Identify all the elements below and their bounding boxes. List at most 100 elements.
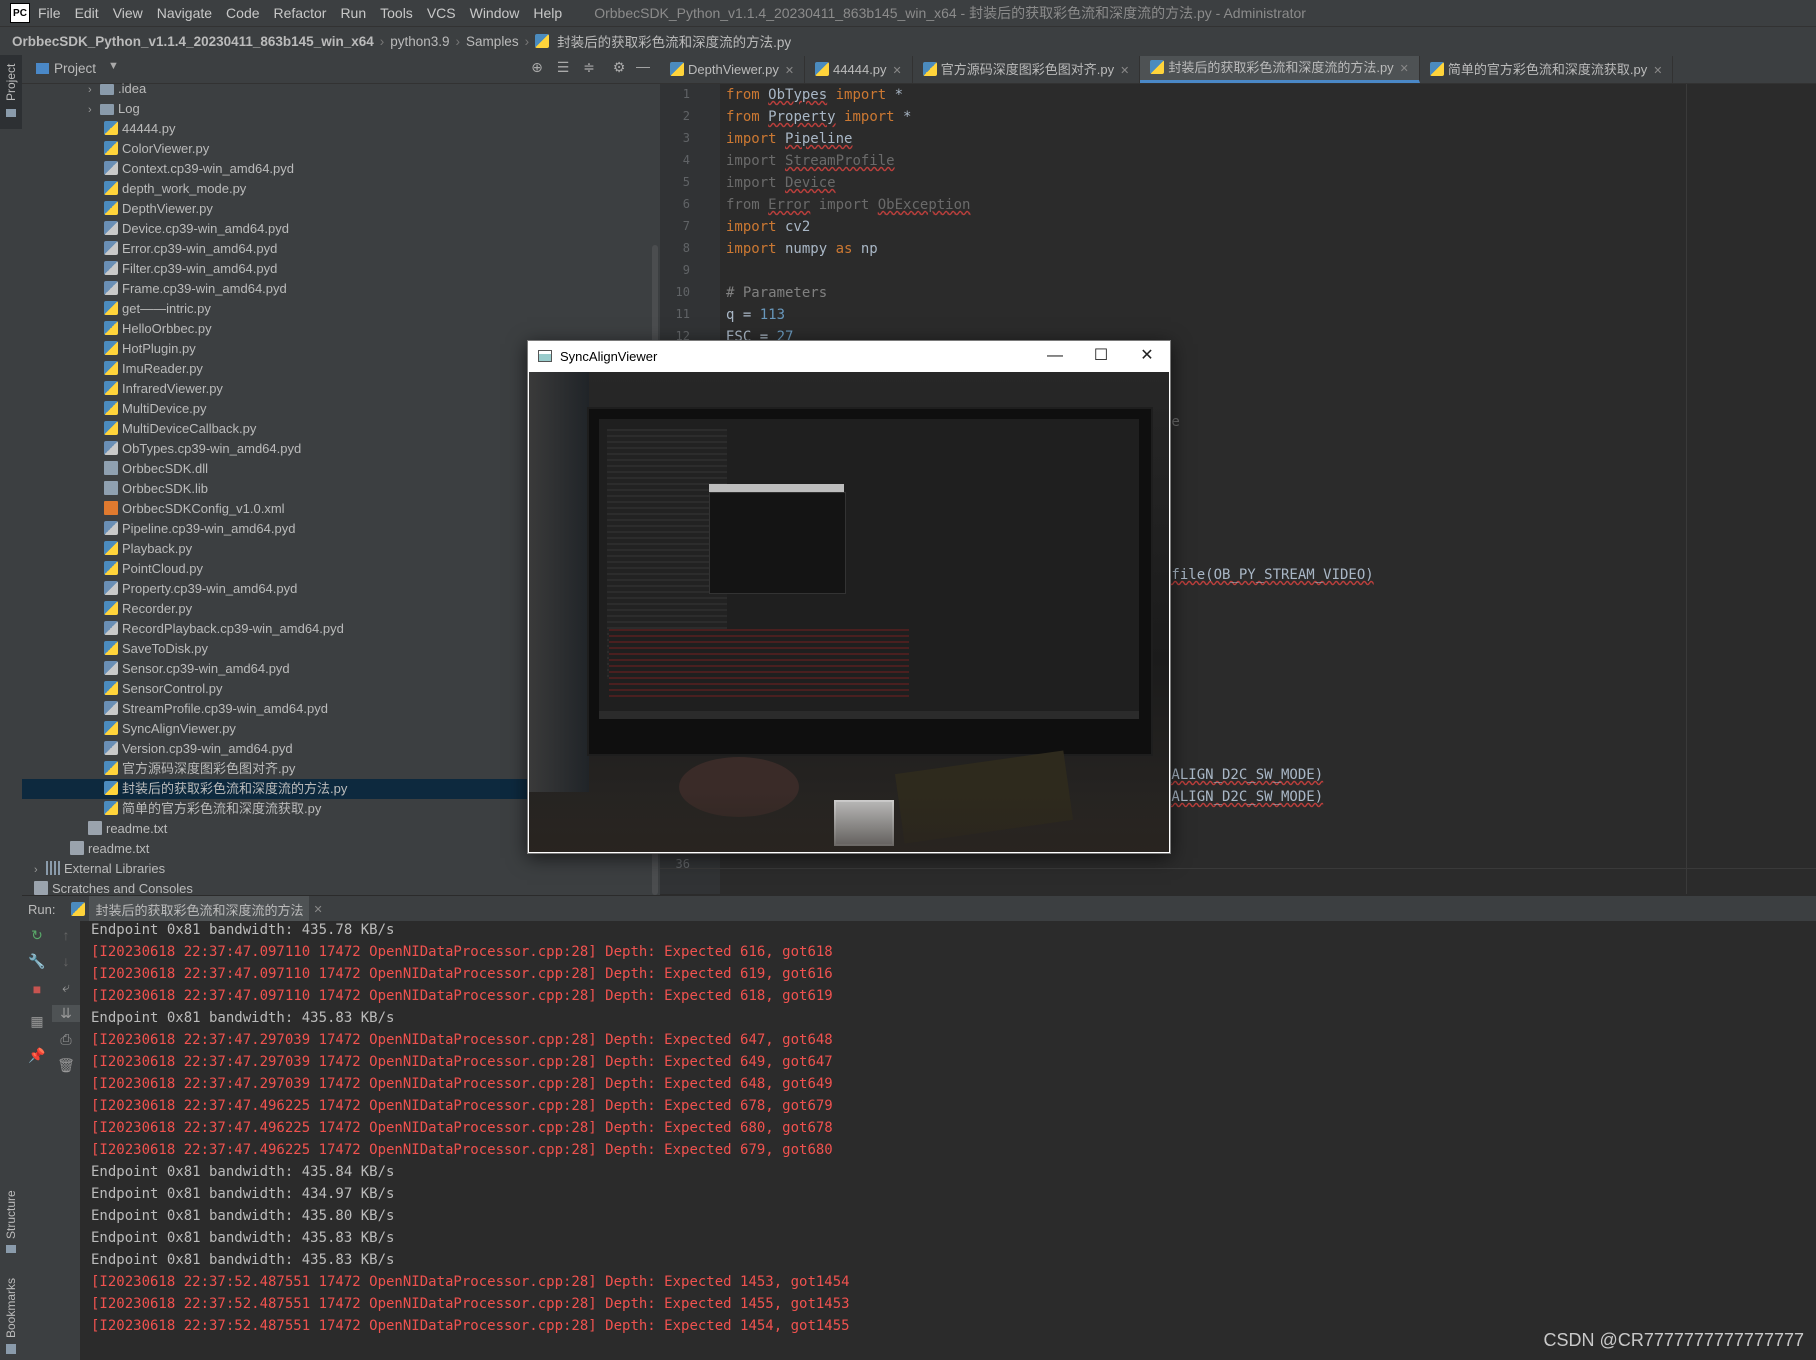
tree-item[interactable]: Error.cp39-win_amd64.pyd (22, 239, 277, 259)
close-icon[interactable]: ✕ (1400, 63, 1409, 75)
chevron-right-icon[interactable]: › (88, 83, 100, 100)
tree-item[interactable]: Filter.cp39-win_amd64.pyd (22, 259, 277, 279)
py-file-icon (104, 641, 118, 655)
tree-item[interactable]: get——intric.py (22, 299, 211, 319)
bookmarks-tool-button[interactable]: Bookmarks (0, 1260, 22, 1360)
tree-item[interactable]: Playback.py (22, 539, 192, 559)
tree-item[interactable]: ColorViewer.py (22, 139, 209, 159)
minimize-icon[interactable]: — (1032, 341, 1078, 371)
maximize-icon[interactable]: ☐ (1078, 341, 1124, 371)
tree-item[interactable]: Scratches and Consoles (22, 879, 193, 895)
tree-item[interactable]: 简单的官方彩色流和深度流获取.py (22, 799, 321, 819)
tree-item[interactable]: HotPlugin.py (22, 339, 196, 359)
tree-item[interactable]: depth_work_mode.py (22, 179, 246, 199)
close-icon[interactable]: ✕ (1120, 65, 1129, 77)
close-icon[interactable]: ✕ (785, 65, 794, 77)
tree-item[interactable]: 44444.py (22, 119, 176, 139)
scroll-to-end-icon[interactable]: ⇊ (52, 1005, 80, 1022)
close-icon[interactable]: ✕ (313, 903, 322, 916)
arrow-down-icon[interactable]: ↓ (52, 953, 80, 969)
tree-item[interactable]: Recorder.py (22, 599, 192, 619)
tree-item[interactable]: ImuReader.py (22, 359, 203, 379)
editor-tab-active[interactable]: 封装后的获取彩色流和深度流的方法.py ✕ (1140, 56, 1420, 83)
print-icon[interactable]: ⎙ (52, 1031, 80, 1048)
layout-icon[interactable]: ▦ (22, 1013, 52, 1030)
collapse-all-icon[interactable]: ≑ (578, 59, 600, 76)
gear-icon[interactable]: ⚙ (608, 59, 630, 76)
tree-item[interactable]: Version.cp39-win_amd64.pyd (22, 739, 293, 759)
tree-item[interactable]: › .idea (22, 83, 146, 99)
close-icon[interactable]: ✕ (893, 65, 902, 77)
close-icon[interactable]: ✕ (1124, 341, 1170, 371)
sync-align-viewer-window[interactable]: SyncAlignViewer — ☐ ✕ (527, 340, 1171, 854)
console-error-line: [I20230618 22:37:47.496225 17472 OpenNID… (91, 1098, 833, 1114)
tree-item[interactable]: MultiDevice.py (22, 399, 207, 419)
project-tool-button[interactable]: Project (0, 55, 22, 129)
tree-item[interactable]: Property.cp39-win_amd64.pyd (22, 579, 297, 599)
soft-wrap-icon[interactable]: ⤶ (52, 979, 80, 996)
close-icon[interactable]: ✕ (1653, 65, 1662, 77)
editor-tab[interactable]: DepthViewer.py ✕ (660, 56, 806, 83)
tree-item[interactable]: Sensor.cp39-win_amd64.pyd (22, 659, 290, 679)
breadcrumb-file[interactable]: 封装后的获取彩色流和深度流的方法.py (553, 31, 795, 51)
tree-item[interactable]: OrbbecSDKConfig_v1.0.xml (22, 499, 285, 519)
tree-item[interactable]: RecordPlayback.cp39-win_amd64.pyd (22, 619, 344, 639)
tree-item[interactable]: readme.txt (22, 839, 149, 859)
tree-item[interactable]: InfraredViewer.py (22, 379, 223, 399)
tree-item[interactable]: HelloOrbbec.py (22, 319, 212, 339)
locate-icon[interactable]: ⊕ (526, 59, 548, 76)
sync-window-titlebar[interactable]: SyncAlignViewer — ☐ ✕ (528, 341, 1170, 371)
pin-icon[interactable]: 📌 (22, 1047, 52, 1064)
hide-icon[interactable]: — (632, 58, 654, 74)
menu-navigate[interactable]: Navigate (157, 5, 212, 21)
trash-icon[interactable]: 🗑 (52, 1057, 80, 1074)
chevron-right-icon[interactable]: › (34, 860, 46, 880)
tree-item[interactable]: Context.cp39-win_amd64.pyd (22, 159, 294, 179)
tree-item[interactable]: SensorControl.py (22, 679, 222, 699)
tree-item[interactable]: SyncAlignViewer.py (22, 719, 236, 739)
rerun-icon[interactable]: ↻ (22, 927, 52, 944)
arrow-up-icon[interactable]: ↑ (52, 927, 80, 943)
breadcrumb-python39[interactable]: python3.9 (386, 34, 453, 49)
tree-item[interactable]: StreamProfile.cp39-win_amd64.pyd (22, 699, 328, 719)
tree-item[interactable]: DepthViewer.py (22, 199, 213, 219)
tree-item[interactable]: OrbbecSDK.lib (22, 479, 208, 499)
menu-run[interactable]: Run (340, 5, 366, 21)
menu-window[interactable]: Window (470, 5, 520, 21)
run-config-tab[interactable]: 封装后的获取彩色流和深度流的方法 (89, 895, 310, 923)
tree-item[interactable]: › Log (22, 99, 140, 119)
tree-item[interactable]: Frame.cp39-win_amd64.pyd (22, 279, 287, 299)
chevron-down-icon[interactable]: ▼ (108, 60, 119, 72)
tree-item[interactable]: Device.cp39-win_amd64.pyd (22, 219, 289, 239)
wrench-icon[interactable]: 🔧 (22, 953, 52, 970)
tree-item[interactable]: SaveToDisk.py (22, 639, 208, 659)
tree-item[interactable]: Pipeline.cp39-win_amd64.pyd (22, 519, 295, 539)
editor-tab[interactable]: 简单的官方彩色流和深度流获取.py ✕ (1420, 56, 1674, 83)
breadcrumb-project[interactable]: OrbbecSDK_Python_v1.1.4_20230411_863b145… (0, 34, 378, 49)
menu-file[interactable]: File (38, 5, 61, 21)
menu-code[interactable]: Code (226, 5, 259, 21)
run-console[interactable]: Endpoint 0x81 bandwidth: 435.78 KB/s [I20… (80, 921, 1816, 1360)
menu-tools[interactable]: Tools (380, 5, 413, 21)
breadcrumb-samples[interactable]: Samples (462, 34, 523, 49)
menu-view[interactable]: View (113, 5, 143, 21)
tree-item[interactable]: › External Libraries (22, 859, 165, 879)
line-number: 10 (675, 285, 690, 299)
menu-edit[interactable]: Edit (75, 5, 99, 21)
menu-refactor[interactable]: Refactor (274, 5, 327, 21)
editor-tab[interactable]: 官方源码深度图彩色图对齐.py ✕ (913, 56, 1141, 83)
editor-tab[interactable]: 44444.py ✕ (805, 56, 913, 83)
structure-tool-button[interactable]: Structure (0, 1175, 22, 1255)
menu-vcs[interactable]: VCS (427, 5, 456, 21)
tree-item[interactable]: OrbbecSDK.dll (22, 459, 208, 479)
menu-help[interactable]: Help (533, 5, 562, 21)
chevron-right-icon[interactable]: › (88, 100, 100, 120)
tree-item[interactable]: MultiDeviceCallback.py (22, 419, 256, 439)
tree-item[interactable]: 官方源码深度图彩色图对齐.py (22, 759, 295, 779)
stop-icon[interactable]: ■ (22, 981, 52, 997)
tree-item[interactable]: readme.txt (22, 819, 167, 839)
tree-item[interactable]: PointCloud.py (22, 559, 203, 579)
tree-item[interactable]: ObTypes.cp39-win_amd64.pyd (22, 439, 301, 459)
expand-all-icon[interactable]: ☰ (552, 59, 574, 76)
project-panel-title[interactable]: Project (54, 61, 96, 76)
